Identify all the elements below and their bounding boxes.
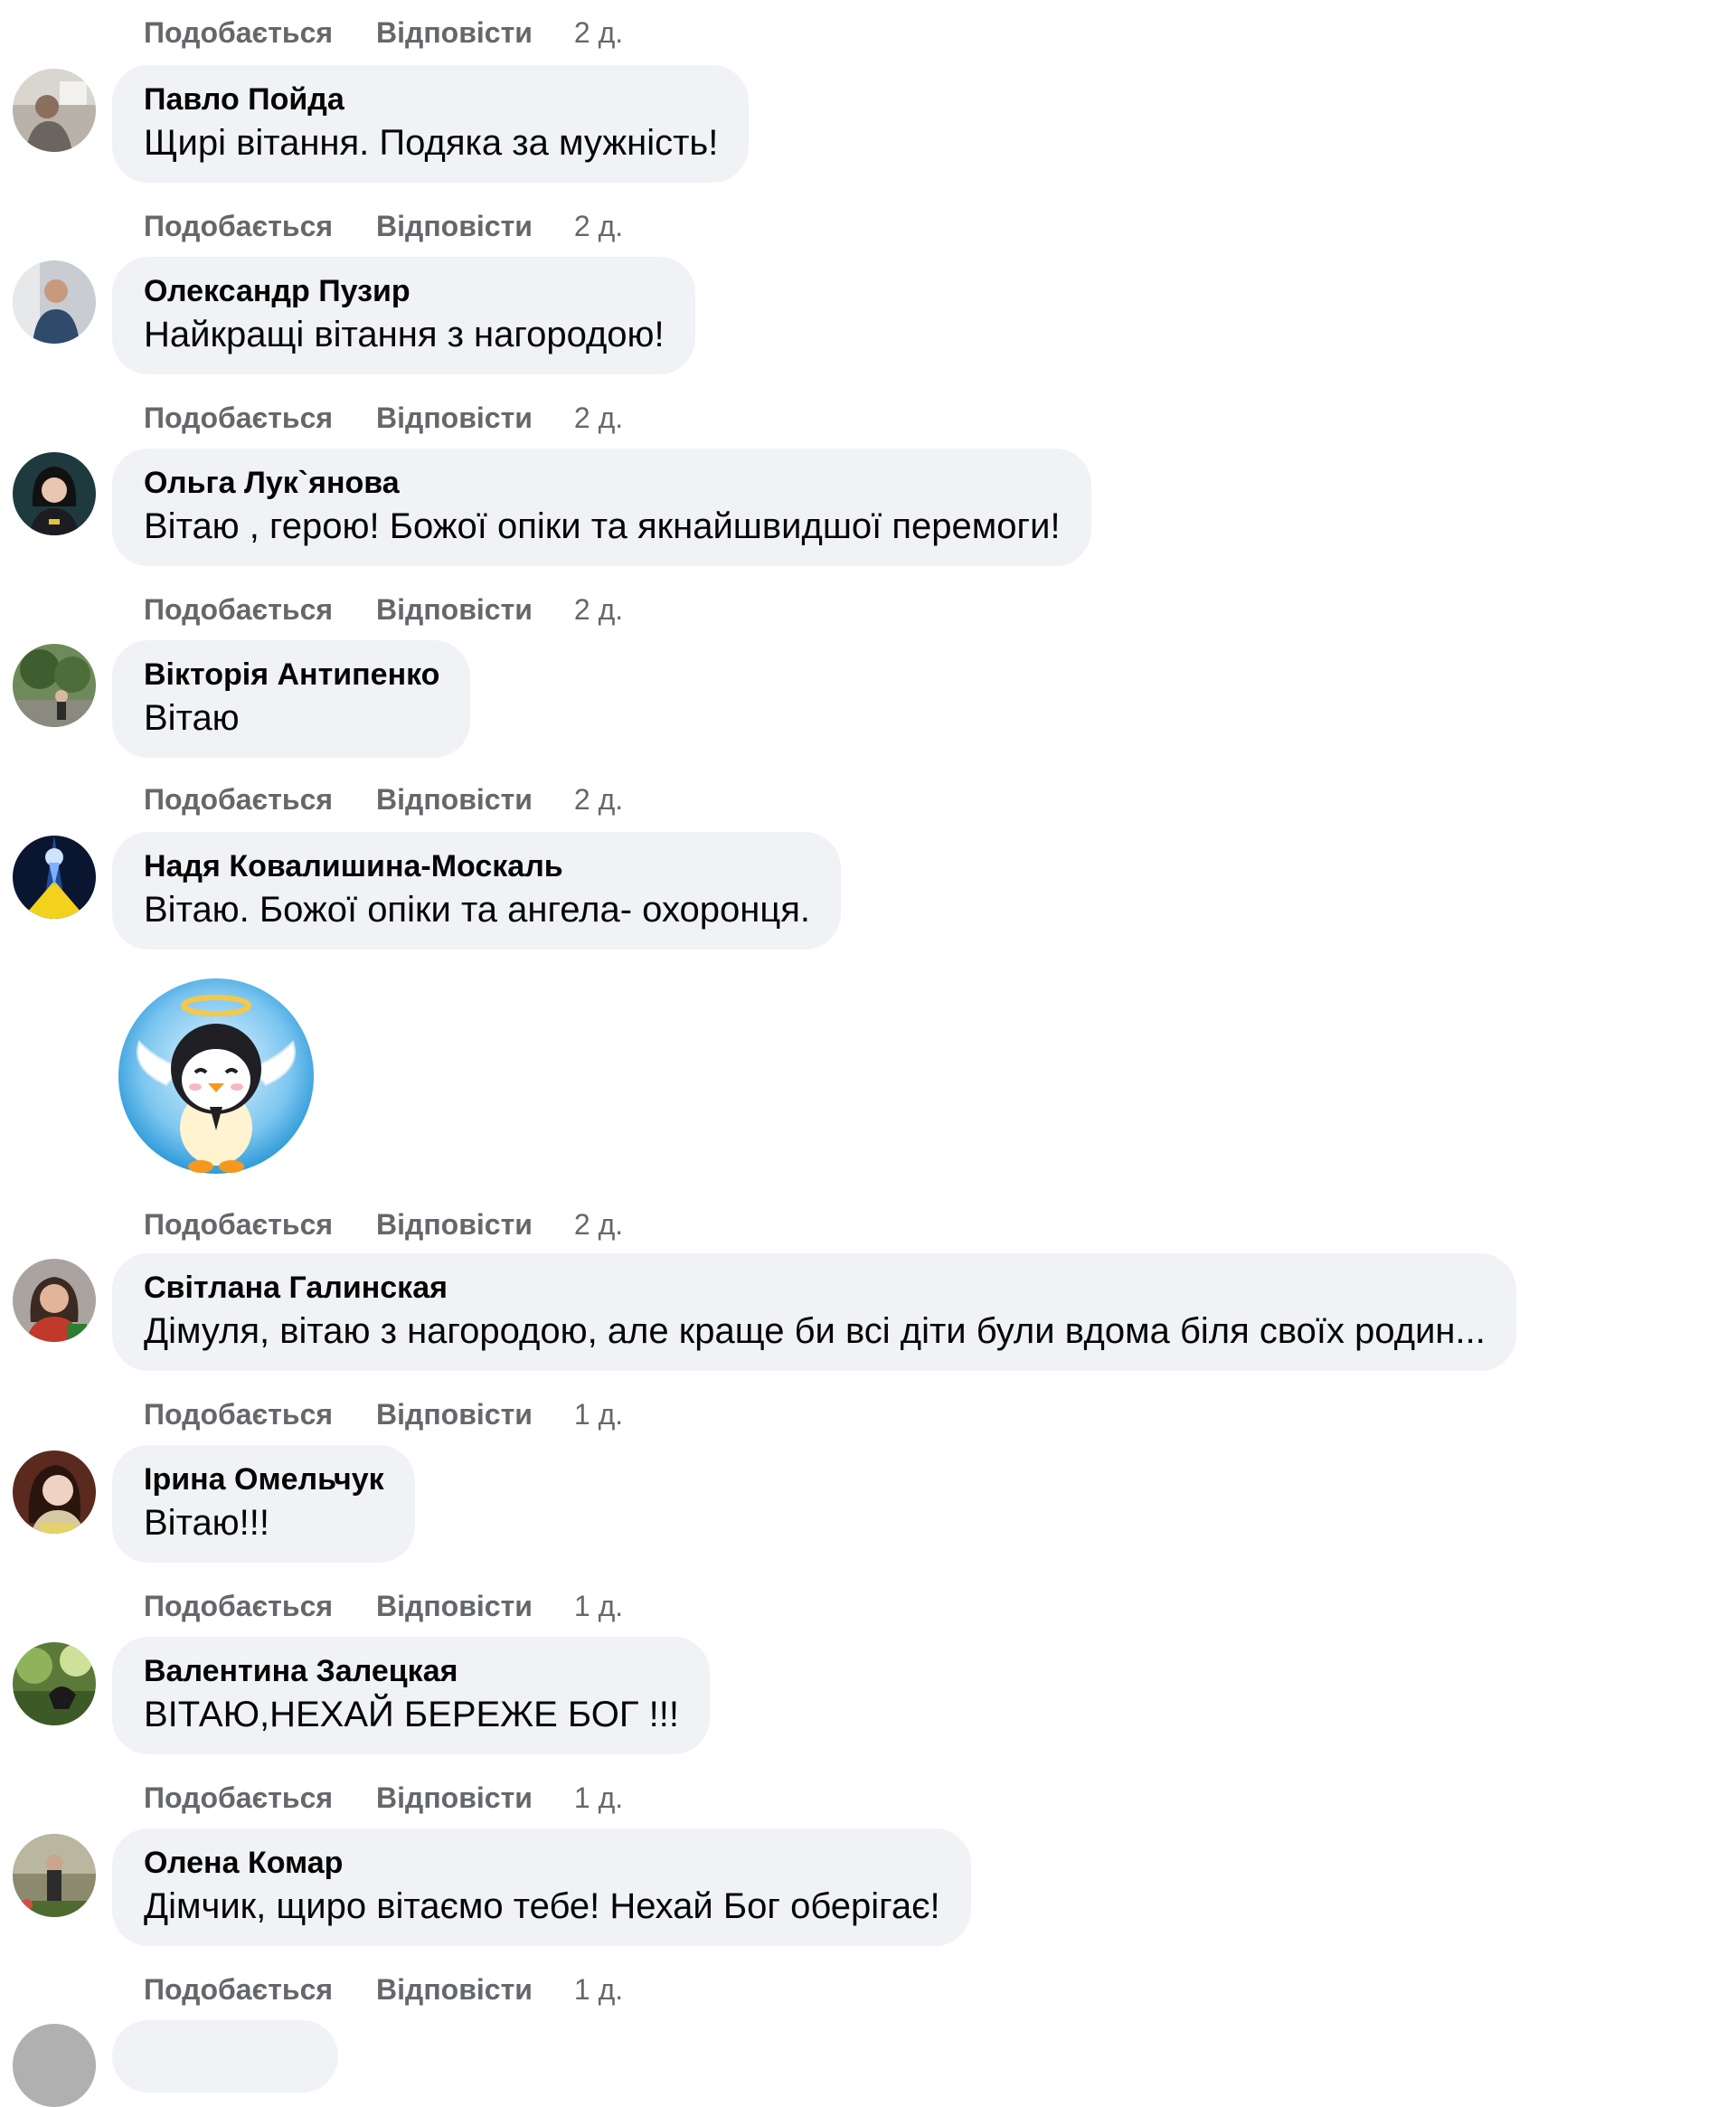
comment-bubble: Олександр Пузир Найкращі вітання з нагор… bbox=[112, 257, 695, 374]
comment-text: Дімчик, щиро вітаємо тебе! Нехай Бог обе… bbox=[144, 1886, 940, 1926]
comment-text: Найкращі вітання з нагородою! bbox=[144, 315, 665, 354]
comment-author[interactable]: Олександр Пузир bbox=[144, 271, 665, 311]
reply-button[interactable]: Відповісти bbox=[376, 1973, 533, 2007]
like-button[interactable]: Подобається bbox=[144, 16, 333, 50]
comment-actions: Подобається Відповісти 2 д. bbox=[144, 400, 623, 436]
comment-timestamp[interactable]: 1 д. bbox=[574, 1781, 623, 1815]
comment-timestamp[interactable]: 2 д. bbox=[574, 593, 623, 627]
comment-timestamp[interactable]: 2 д. bbox=[574, 783, 623, 817]
reply-button[interactable]: Відповісти bbox=[376, 1590, 533, 1623]
comment-actions: Подобається Відповісти 1 д. bbox=[144, 1396, 623, 1432]
avatar[interactable] bbox=[13, 1642, 96, 1725]
like-button[interactable]: Подобається bbox=[144, 1973, 333, 2007]
comment-author[interactable]: Вікторія Антипенко bbox=[144, 655, 439, 694]
comment-author[interactable]: Ірина Омельчук bbox=[144, 1460, 384, 1499]
reply-button[interactable]: Відповісти bbox=[376, 1781, 533, 1815]
avatar[interactable] bbox=[13, 644, 96, 727]
comment-bubble: Вікторія Антипенко Вітаю bbox=[112, 640, 471, 758]
avatar[interactable] bbox=[13, 69, 96, 152]
comment-actions: Подобається Відповісти 1 д. bbox=[144, 1971, 623, 2008]
comment-actions: Подобається Відповісти 2 д. bbox=[144, 1206, 623, 1242]
comment-timestamp[interactable]: 2 д. bbox=[574, 210, 623, 243]
reply-button[interactable]: Відповісти bbox=[376, 593, 533, 627]
comment-bubble: Світлана Галинская Дімуля, вітаю з нагор… bbox=[112, 1253, 1516, 1371]
comment-timestamp[interactable]: 1 д. bbox=[574, 1590, 623, 1623]
comment-text: Вітаю. Божої опіки та ангела- охоронця. bbox=[144, 890, 811, 930]
comment-thread: Подобається Відповісти 2 д. Павло Пойда … bbox=[0, 0, 1736, 2107]
comment-author[interactable]: Світлана Галинская bbox=[144, 1268, 1486, 1308]
comment-timestamp[interactable]: 2 д. bbox=[574, 16, 623, 50]
avatar[interactable] bbox=[13, 836, 96, 919]
like-button[interactable]: Подобається bbox=[144, 402, 333, 435]
like-button[interactable]: Подобається bbox=[144, 783, 333, 817]
comment-actions: Подобається Відповісти 1 д. bbox=[144, 1588, 623, 1624]
avatar[interactable] bbox=[13, 1450, 96, 1534]
avatar[interactable] bbox=[13, 1834, 96, 1917]
avatar[interactable] bbox=[13, 1259, 96, 1342]
comment-actions: Подобається Відповісти 1 д. bbox=[144, 1780, 623, 1816]
like-button[interactable]: Подобається bbox=[144, 1781, 333, 1815]
comment-timestamp[interactable]: 2 д. bbox=[574, 402, 623, 435]
reply-button[interactable]: Відповісти bbox=[376, 1398, 533, 1431]
comment-author[interactable]: Павло Пойда bbox=[144, 80, 718, 119]
comment-timestamp[interactable]: 1 д. bbox=[574, 1398, 623, 1431]
comment-actions: Подобається Відповісти 2 д. bbox=[144, 208, 623, 244]
reply-button[interactable]: Відповісти bbox=[376, 402, 533, 435]
comment-text: Дімуля, вітаю з нагородою, але краще би … bbox=[144, 1311, 1486, 1351]
comment-actions: Подобається Відповісти 2 д. bbox=[144, 14, 623, 51]
reply-button[interactable]: Відповісти bbox=[376, 1208, 533, 1242]
comment-bubble bbox=[112, 2020, 338, 2093]
avatar[interactable] bbox=[13, 260, 96, 344]
comment-timestamp[interactable]: 2 д. bbox=[574, 1208, 623, 1242]
comment-bubble: Павло Пойда Щирі вітання. Подяка за мужн… bbox=[112, 65, 750, 183]
avatar[interactable] bbox=[13, 452, 96, 535]
comment-bubble: Ольга Лук`янова Вітаю , герою! Божої опі… bbox=[112, 449, 1091, 566]
comment-actions: Подобається Відповісти 2 д. bbox=[144, 781, 623, 817]
reply-button[interactable]: Відповісти bbox=[376, 16, 533, 50]
comment-bubble: Ірина Омельчук Вітаю!!! bbox=[112, 1445, 415, 1563]
comment-author[interactable]: Валентина Залецкая bbox=[144, 1651, 679, 1691]
comment-bubble: Надя Ковалишина-Москаль Вітаю. Божої опі… bbox=[112, 832, 842, 950]
like-button[interactable]: Подобається bbox=[144, 1398, 333, 1431]
comment-bubble: Олена Комар Дімчик, щиро вітаємо тебе! Н… bbox=[112, 1828, 971, 1946]
like-button[interactable]: Подобається bbox=[144, 210, 333, 243]
comment-text: Вітаю!!! bbox=[144, 1503, 270, 1543]
comment-author[interactable]: Олена Комар bbox=[144, 1843, 940, 1883]
like-button[interactable]: Подобається bbox=[144, 1208, 333, 1242]
comment-text: Вітаю , герою! Божої опіки та якнайшвидш… bbox=[144, 506, 1061, 546]
comment-text: ВІТАЮ,НЕХАЙ БЕРЕЖЕ БОГ !!! bbox=[144, 1695, 679, 1734]
like-button[interactable]: Подобається bbox=[144, 593, 333, 627]
reply-button[interactable]: Відповісти bbox=[376, 783, 533, 817]
avatar[interactable] bbox=[13, 2024, 96, 2107]
angel-penguin-sticker[interactable] bbox=[112, 978, 320, 1186]
comment-author[interactable]: Надя Ковалишина-Москаль bbox=[144, 846, 810, 886]
comment-text: Вітаю bbox=[144, 698, 240, 738]
comment-actions: Подобається Відповісти 2 д. bbox=[144, 591, 623, 628]
comment-author[interactable]: Ольга Лук`янова bbox=[144, 463, 1061, 503]
comment-timestamp[interactable]: 1 д. bbox=[574, 1973, 623, 2007]
like-button[interactable]: Подобається bbox=[144, 1590, 333, 1623]
comment-text: Щирі вітання. Подяка за мужність! bbox=[144, 123, 719, 163]
comment-bubble: Валентина Залецкая ВІТАЮ,НЕХАЙ БЕРЕЖЕ БО… bbox=[112, 1637, 710, 1754]
reply-button[interactable]: Відповісти bbox=[376, 210, 533, 243]
